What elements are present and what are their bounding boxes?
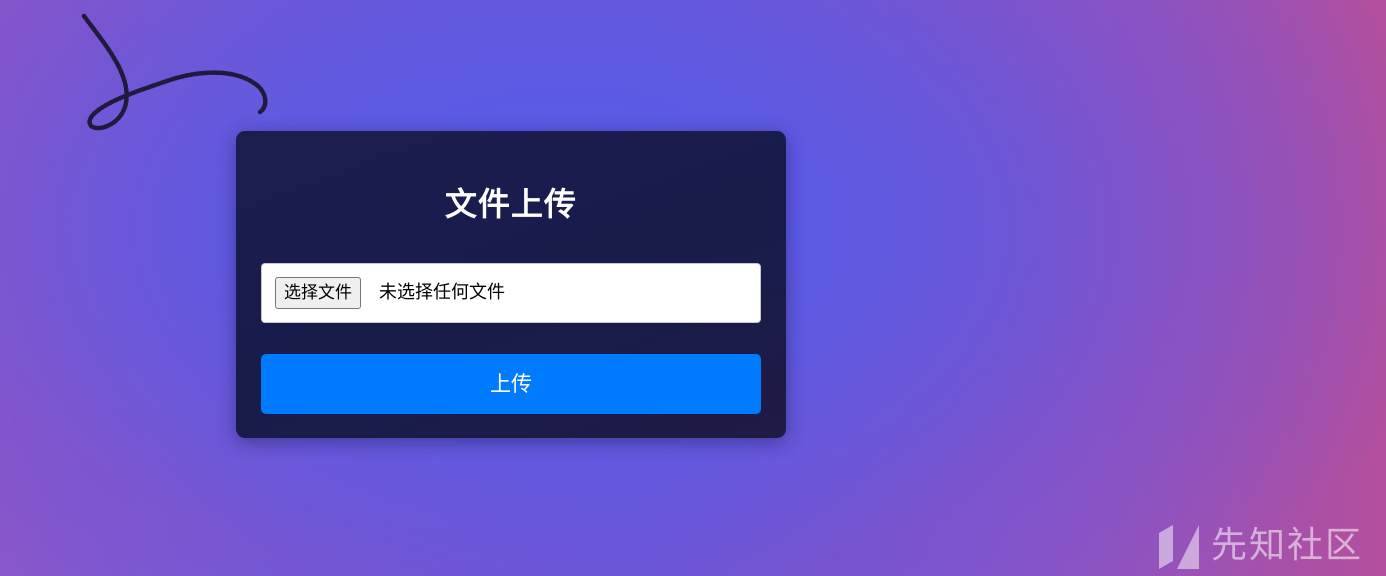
choose-file-button[interactable]: 选择文件 bbox=[275, 277, 361, 309]
upload-card: 文件上传 选择文件 未选择任何文件 上传 bbox=[236, 131, 786, 438]
watermark-text: 先知社区 bbox=[1211, 525, 1364, 566]
file-input-field[interactable]: 选择文件 未选择任何文件 bbox=[261, 263, 761, 323]
xianzhi-logo-icon bbox=[1159, 525, 1199, 569]
scribble-decoration-icon bbox=[81, 13, 268, 131]
file-status-text: 未选择任何文件 bbox=[379, 282, 505, 303]
watermark: 先知社区 bbox=[1157, 520, 1363, 572]
upload-button[interactable]: 上传 bbox=[261, 354, 761, 414]
page-title: 文件上传 bbox=[444, 185, 577, 223]
